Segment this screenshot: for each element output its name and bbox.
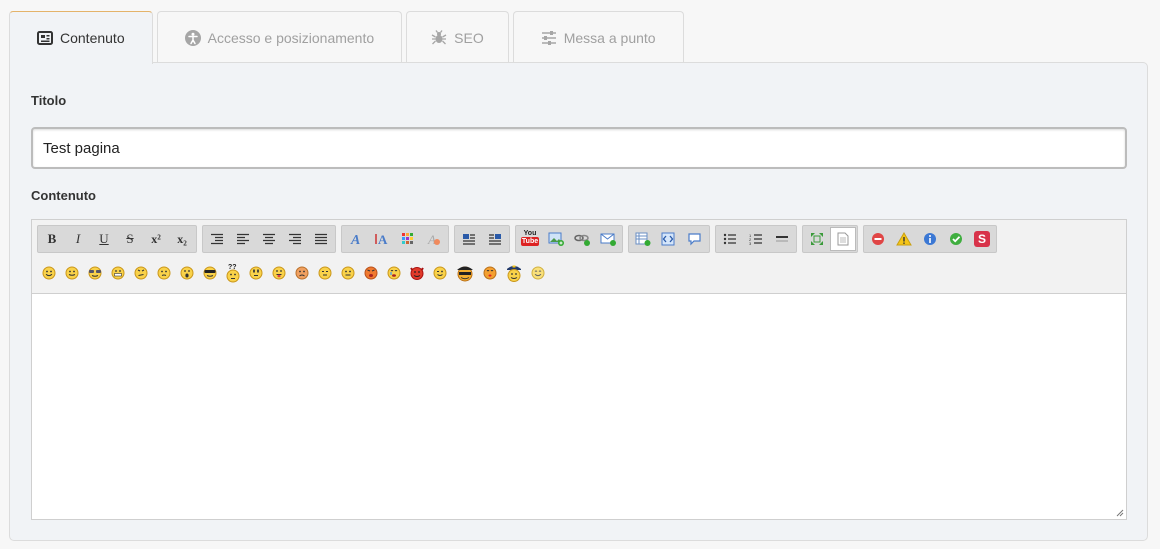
tab-accesso-posizionamento[interactable]: Accesso e posizionamento <box>156 11 403 63</box>
resize-handle-icon[interactable] <box>1116 509 1124 517</box>
font-icon[interactable]: A <box>343 227 369 251</box>
align-justify-icon[interactable] <box>308 227 334 251</box>
insert-group <box>628 225 710 253</box>
content-panel: Titolo Contenuto B I U S x² x₂ <box>9 62 1148 541</box>
happy-icon[interactable] <box>63 264 81 282</box>
view-group <box>802 225 858 253</box>
confused-icon[interactable] <box>132 264 150 282</box>
info-icon[interactable] <box>917 227 943 251</box>
indent-icon[interactable] <box>204 227 230 251</box>
insert-email-icon[interactable] <box>595 227 621 251</box>
underline-button[interactable]: U <box>91 227 117 251</box>
angry-icon[interactable] <box>362 264 380 282</box>
insert-image-icon[interactable] <box>543 227 569 251</box>
list-group: 123 <box>715 225 797 253</box>
svg-text:A: A <box>350 233 360 246</box>
insert-code-icon[interactable] <box>656 227 682 251</box>
maximize-icon[interactable] <box>804 227 830 251</box>
spider-icon <box>431 29 447 46</box>
crying-icon[interactable] <box>385 264 403 282</box>
question-icon[interactable]: ?? <box>224 262 242 284</box>
warning-icon[interactable] <box>891 227 917 251</box>
source-view-icon[interactable] <box>830 227 856 251</box>
svg-text:3: 3 <box>749 241 752 245</box>
smile-icon[interactable] <box>40 264 58 282</box>
editor-toolbar: B I U S x² x₂ A A A You Tube 1 2 3 S ?? <box>32 220 1126 294</box>
accessibility-icon <box>184 29 201 46</box>
block-group <box>454 225 510 253</box>
sliders-icon <box>541 30 557 46</box>
check-icon[interactable] <box>943 227 969 251</box>
neutral-icon[interactable] <box>155 264 173 282</box>
glasses-icon[interactable] <box>86 264 104 282</box>
tab-contenuto[interactable]: Contenuto <box>9 11 153 64</box>
tab-messa-a-punto[interactable]: Messa a punto <box>512 11 684 63</box>
numbered-list-icon[interactable]: 123 <box>743 227 769 251</box>
title-label: Titolo <box>31 93 67 108</box>
grin-icon[interactable] <box>109 264 127 282</box>
horizontal-rule-icon[interactable] <box>769 227 795 251</box>
stop-icon[interactable] <box>865 227 891 251</box>
insert-table-icon[interactable] <box>630 227 656 251</box>
police-icon[interactable] <box>504 264 524 282</box>
meh-icon[interactable] <box>339 264 357 282</box>
font-size-icon[interactable]: A <box>369 227 395 251</box>
tab-label: Contenuto <box>60 30 125 46</box>
devil-icon[interactable] <box>408 264 426 282</box>
sad-icon[interactable] <box>293 264 311 282</box>
tab-seo[interactable]: SEO <box>406 11 509 63</box>
tab-label: Accesso e posizionamento <box>207 29 375 46</box>
media-group: You Tube <box>515 225 623 253</box>
smiley-bar: ?? <box>40 262 547 284</box>
newspaper-icon <box>37 30 53 46</box>
remove-format-icon[interactable]: A <box>421 227 447 251</box>
laugh-icon[interactable] <box>529 264 547 282</box>
rich-text-editor: B I U S x² x₂ A A A You Tube 1 2 3 S ?? <box>31 219 1127 520</box>
cool-icon[interactable] <box>201 264 219 282</box>
content-label: Contenuto <box>31 188 96 203</box>
insert-quote-icon[interactable] <box>682 227 708 251</box>
color-palette-icon[interactable] <box>395 227 421 251</box>
italic-button[interactable]: I <box>65 227 91 251</box>
float-right-icon[interactable] <box>482 227 508 251</box>
wink-icon[interactable] <box>431 264 449 282</box>
superscript-button[interactable]: x² <box>143 227 169 251</box>
align-right-icon[interactable] <box>282 227 308 251</box>
tab-label: Messa a punto <box>563 29 656 46</box>
tab-bar: Contenuto Accesso e posizionamento SEO M… <box>9 11 684 64</box>
bold-button[interactable]: B <box>39 227 65 251</box>
surprised-icon[interactable] <box>247 264 265 282</box>
bullet-list-icon[interactable] <box>717 227 743 251</box>
pirate-icon[interactable] <box>454 264 476 282</box>
font-group: A A A <box>341 225 449 253</box>
title-input[interactable] <box>31 127 1127 169</box>
shocked-icon[interactable] <box>178 264 196 282</box>
tongue-icon[interactable] <box>270 264 288 282</box>
strikethrough-button[interactable]: S <box>117 227 143 251</box>
align-group <box>202 225 336 253</box>
status-group: S <box>863 225 997 253</box>
subscript-button[interactable]: x₂ <box>169 227 195 251</box>
blank-icon[interactable] <box>316 264 334 282</box>
insert-link-icon[interactable] <box>569 227 595 251</box>
svg-text:A: A <box>427 232 436 246</box>
spoiler-icon[interactable]: S <box>969 227 995 251</box>
svg-text:A: A <box>378 232 388 246</box>
youtube-icon[interactable]: You Tube <box>517 227 543 251</box>
format-group: B I U S x² x₂ <box>37 225 197 253</box>
float-left-icon[interactable] <box>456 227 482 251</box>
align-center-icon[interactable] <box>256 227 282 251</box>
align-left-icon[interactable] <box>230 227 256 251</box>
kiss-icon[interactable] <box>481 264 499 282</box>
tab-label: SEO <box>454 29 484 46</box>
